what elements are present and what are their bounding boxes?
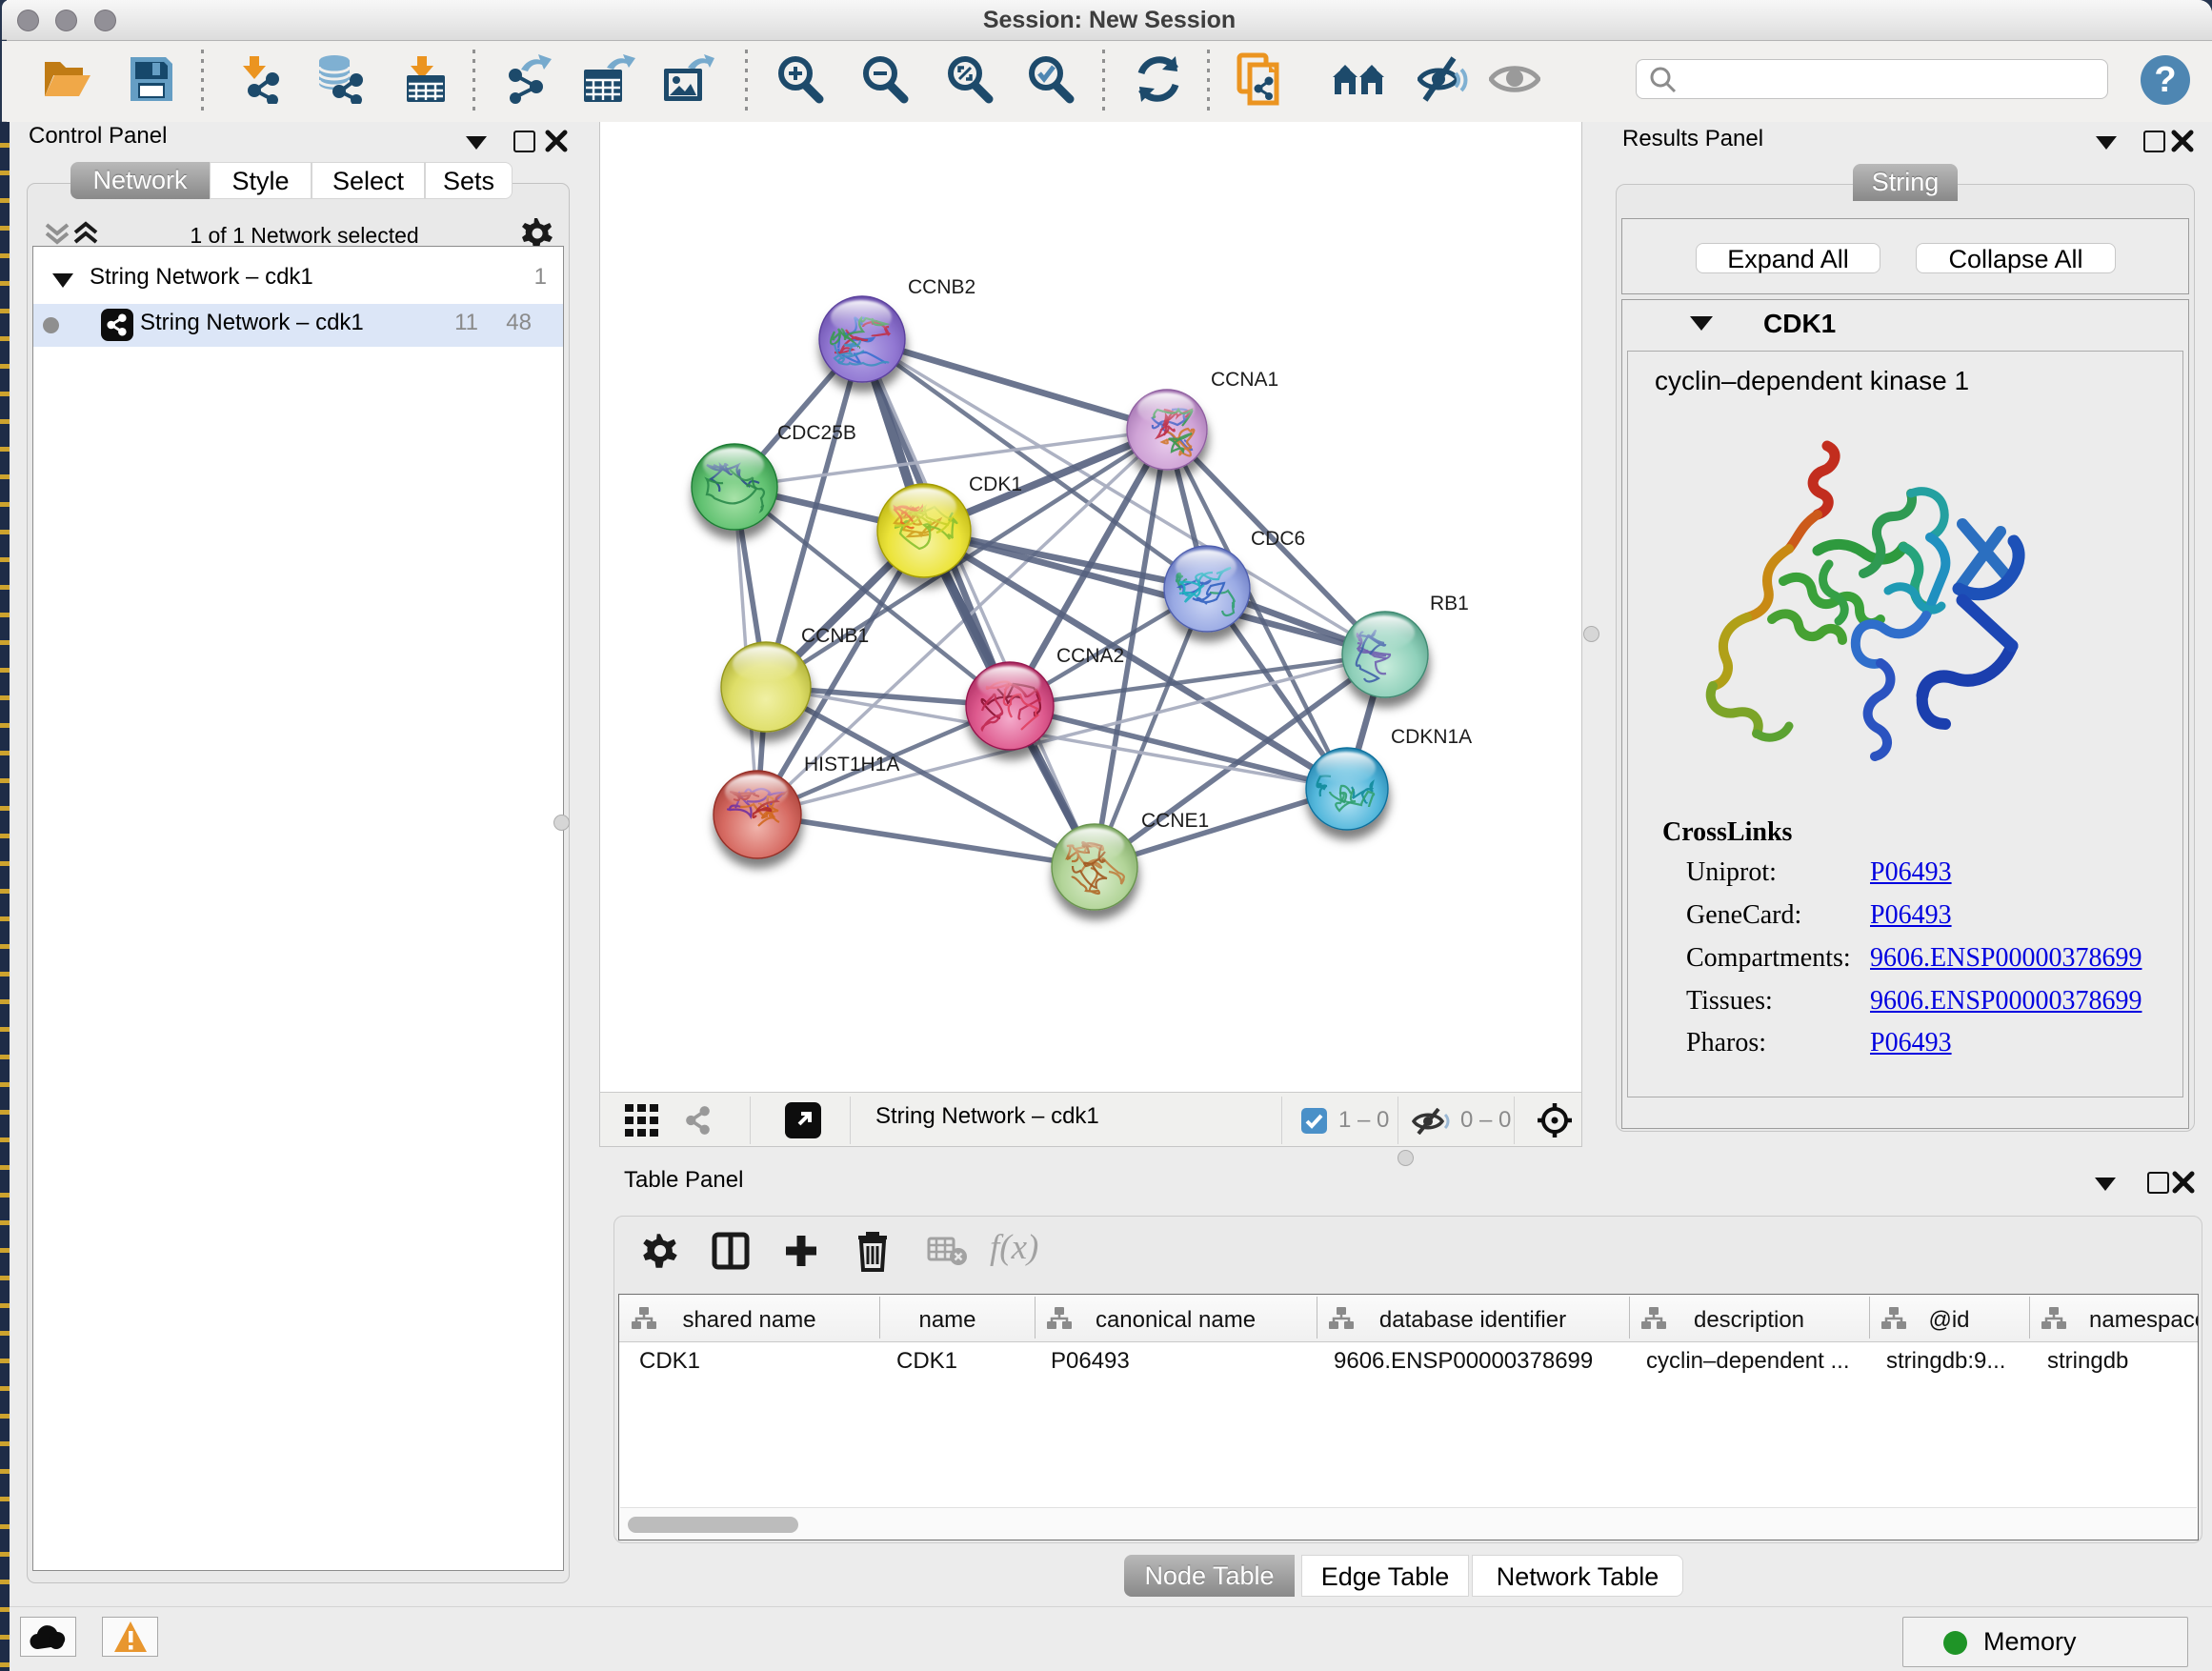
svg-text:CCNA2: CCNA2 <box>1056 645 1124 667</box>
svg-text:CDK1: CDK1 <box>969 473 1022 495</box>
svg-text:CCNE1: CCNE1 <box>1141 810 1209 832</box>
svg-text:CDKN1A: CDKN1A <box>1391 726 1472 748</box>
svg-text:HIST1H1A: HIST1H1A <box>804 754 899 775</box>
svg-text:CCNB2: CCNB2 <box>908 276 975 298</box>
svg-text:RB1: RB1 <box>1430 593 1469 614</box>
svg-text:CCNA1: CCNA1 <box>1211 369 1278 391</box>
svg-text:CCNB1: CCNB1 <box>801 625 869 647</box>
svg-text:CDC6: CDC6 <box>1251 528 1305 550</box>
svg-text:CDC25B: CDC25B <box>777 422 856 444</box>
